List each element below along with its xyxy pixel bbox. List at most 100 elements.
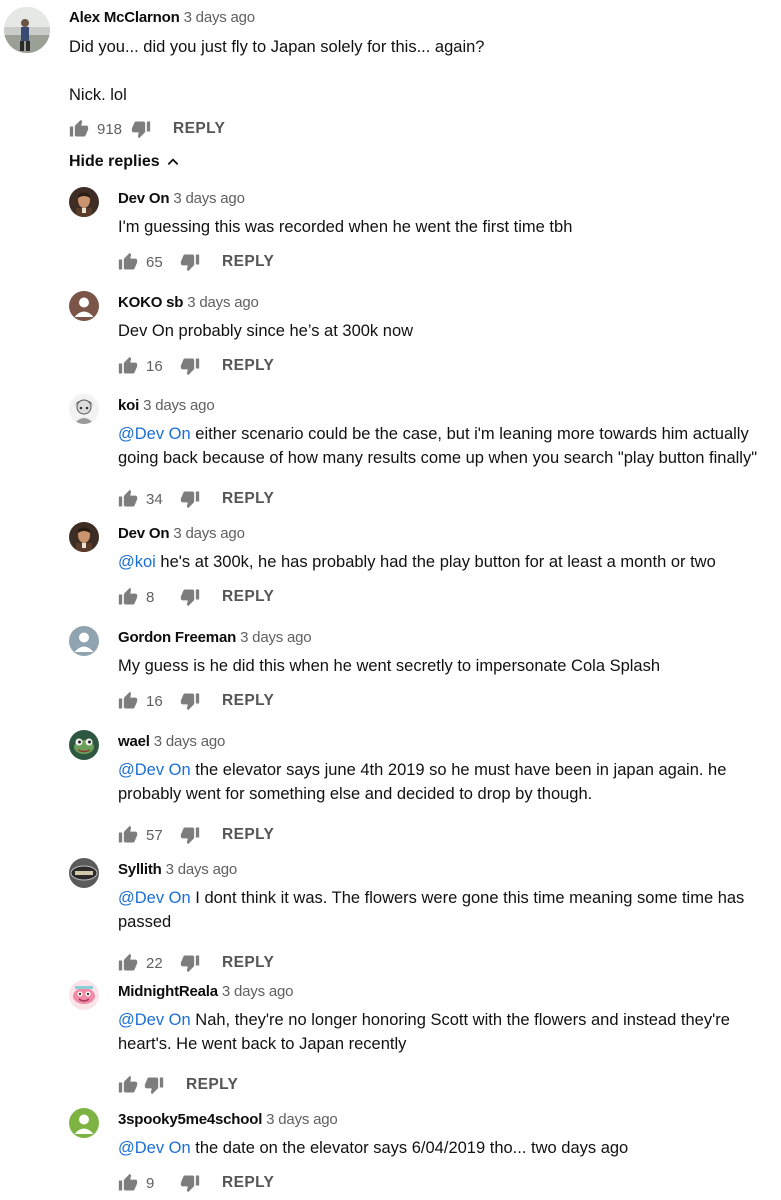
logo-avatar-icon[interactable] (69, 858, 99, 888)
comment-text: @koi he's at 300k, he has probably had t… (118, 550, 716, 574)
comment-author[interactable]: KOKO sb 3 days ago (118, 294, 259, 311)
comment-text-line: Nick. lol (69, 86, 127, 104)
hide-replies-button[interactable]: Hide replies (69, 153, 180, 171)
like-count: 16 (146, 357, 163, 375)
alex-avatar-icon[interactable] (4, 7, 50, 53)
dislike-icon[interactable] (180, 953, 200, 973)
comment-author[interactable]: Dev On 3 days ago (118, 190, 245, 207)
comment-text: @Dev On I dont think it was. The flowers… (118, 886, 744, 934)
comment-time[interactable]: 3 days ago (166, 861, 238, 878)
mention-link[interactable]: @Dev On (118, 425, 191, 443)
dislike-icon[interactable] (180, 587, 200, 607)
reply-button[interactable]: REPLY (222, 826, 274, 844)
reply-button[interactable]: REPLY (222, 253, 274, 271)
pink-avatar-icon[interactable] (69, 980, 99, 1010)
like-icon[interactable] (69, 119, 89, 139)
comment-text-line: @Dev On I dont think it was. The flowers… (118, 886, 744, 910)
comment-author[interactable]: Alex McClarnon 3 days ago (69, 9, 255, 26)
default-user-avatar-icon[interactable] (69, 626, 99, 656)
comment-author[interactable]: 3spooky5me4school 3 days ago (118, 1111, 338, 1128)
comment-text: Did you... did you just fly to Japan sol… (69, 35, 484, 107)
like-icon[interactable] (118, 1075, 138, 1095)
reply-button[interactable]: REPLY (222, 692, 274, 710)
comment-text: @Dev On Nah, they're no longer honoring … (118, 1008, 730, 1056)
author-name[interactable]: wael (118, 733, 150, 750)
dislike-icon[interactable] (180, 489, 200, 509)
reply-button[interactable]: REPLY (222, 588, 274, 606)
reply-button[interactable]: REPLY (222, 954, 274, 972)
author-name[interactable]: koi (118, 397, 139, 414)
frog-avatar-icon[interactable] (69, 730, 99, 760)
like-icon[interactable] (118, 489, 138, 509)
like-icon[interactable] (118, 691, 138, 711)
like-count: 918 (97, 120, 123, 138)
author-name[interactable]: Dev On (118, 190, 170, 207)
comment-author[interactable]: Syllith 3 days ago (118, 861, 237, 878)
comment-time[interactable]: 3 days ago (184, 9, 256, 26)
comment-actions: 918 REPLY (69, 117, 225, 141)
comment-time[interactable]: 3 days ago (222, 983, 294, 1000)
comment-author[interactable]: koi 3 days ago (118, 397, 215, 414)
author-name[interactable]: KOKO sb (118, 294, 183, 311)
like-icon[interactable] (118, 587, 138, 607)
comment-author[interactable]: Gordon Freeman 3 days ago (118, 629, 312, 646)
author-name[interactable]: Syllith (118, 861, 162, 878)
comment-author[interactable]: Dev On 3 days ago (118, 525, 245, 542)
dislike-icon[interactable] (180, 825, 200, 845)
dislike-icon[interactable] (180, 1173, 200, 1193)
comment-text-segment: he's at 300k, he has probably had the pl… (155, 553, 716, 571)
dislike-icon[interactable] (180, 252, 200, 272)
mention-link[interactable]: @koi (118, 553, 156, 571)
comment-text-line: @koi he's at 300k, he has probably had t… (118, 550, 716, 574)
like-icon[interactable] (118, 953, 138, 973)
comment-text-line: going back because of how many results c… (118, 449, 758, 467)
comment-time[interactable]: 3 days ago (266, 1111, 338, 1128)
chevron-up-icon (167, 158, 178, 165)
comment-text-segment: I dont think it was. The flowers were go… (190, 889, 745, 907)
mention-link[interactable]: @Dev On (118, 889, 191, 907)
comment-time[interactable]: 3 days ago (173, 525, 245, 542)
mention-link[interactable]: @Dev On (118, 761, 191, 779)
like-icon[interactable] (118, 356, 138, 376)
comment-text-line: @Dev On the elevator says june 4th 2019 … (118, 758, 726, 782)
mention-link[interactable]: @Dev On (118, 1139, 191, 1157)
author-name[interactable]: 3spooky5me4school (118, 1111, 262, 1128)
reply-button[interactable]: REPLY (222, 1174, 274, 1192)
mention-link[interactable]: @Dev On (118, 1011, 191, 1029)
comment-author[interactable]: MidnightReala 3 days ago (118, 983, 293, 1000)
comment-time[interactable]: 3 days ago (154, 733, 226, 750)
portrait-avatar-icon[interactable] (69, 187, 99, 217)
comment-time[interactable]: 3 days ago (187, 294, 259, 311)
author-name[interactable]: Dev On (118, 525, 170, 542)
reply-button[interactable]: REPLY (186, 1076, 238, 1094)
dislike-icon[interactable] (180, 356, 200, 376)
dislike-icon[interactable] (131, 119, 151, 139)
like-icon[interactable] (118, 825, 138, 845)
like-count: 65 (146, 253, 163, 271)
author-name[interactable]: MidnightReala (118, 983, 218, 1000)
comment-actions: 9 REPLY (118, 1171, 274, 1195)
comment-time[interactable]: 3 days ago (173, 190, 245, 207)
default-user-avatar-icon[interactable] (69, 1108, 99, 1138)
portrait-avatar-icon[interactable] (69, 522, 99, 552)
comment-time[interactable]: 3 days ago (240, 629, 312, 646)
comment-time[interactable]: 3 days ago (143, 397, 215, 414)
comment-author[interactable]: wael 3 days ago (118, 733, 225, 750)
hide-replies-label: Hide replies (69, 153, 160, 170)
author-name[interactable]: Alex McClarnon (69, 9, 180, 26)
like-icon[interactable] (118, 252, 138, 272)
like-icon[interactable] (118, 1173, 138, 1193)
anime-avatar-icon[interactable] (69, 394, 99, 424)
reply-button[interactable]: REPLY (222, 490, 274, 508)
comment-actions: 22 REPLY (118, 951, 274, 975)
default-user-avatar-icon[interactable] (69, 291, 99, 321)
dislike-icon[interactable] (144, 1075, 164, 1095)
comment-text-segment: Dev On probably since he’s at 300k now (118, 322, 414, 340)
reply-button[interactable]: REPLY (222, 357, 274, 375)
comment-actions: 65 REPLY (118, 250, 274, 274)
comment-text-line: @Dev On either scenario could be the cas… (118, 422, 757, 446)
dislike-icon[interactable] (180, 691, 200, 711)
author-name[interactable]: Gordon Freeman (118, 629, 236, 646)
comment-text-line: @Dev On the date on the elevator says 6/… (118, 1136, 628, 1160)
reply-button[interactable]: REPLY (173, 120, 225, 138)
